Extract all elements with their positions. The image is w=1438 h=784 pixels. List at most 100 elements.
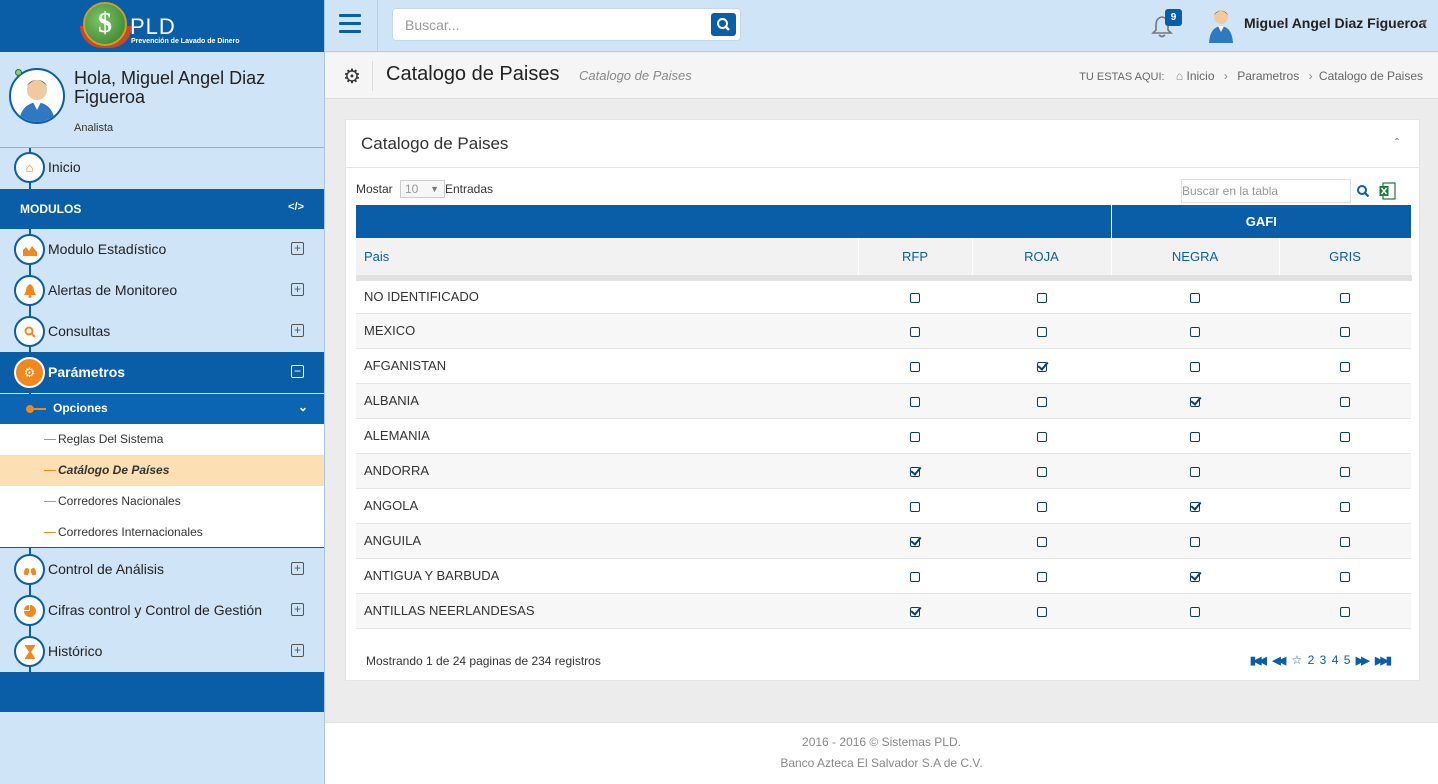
cell-gris xyxy=(1279,348,1412,384)
checkbox-rfp[interactable] xyxy=(910,606,920,617)
search-icon xyxy=(717,18,730,31)
submenu-item-catalogo-paises[interactable]: Catálogo De Países xyxy=(0,455,324,486)
column-header-rfp[interactable]: RFP xyxy=(858,238,973,281)
checkbox-negra[interactable] xyxy=(1190,326,1201,337)
sidebar-item-inicio[interactable]: ⌂ Inicio xyxy=(0,147,324,188)
column-header-pais[interactable]: Pais xyxy=(356,238,859,281)
sidebar-item-cifras-control[interactable]: Cifras control y Control de Gestión + xyxy=(0,590,324,631)
checkbox-negra[interactable] xyxy=(1190,431,1201,442)
expand-icon[interactable]: + xyxy=(291,324,304,337)
checkbox-roja[interactable] xyxy=(1036,571,1047,582)
submenu-item-reglas[interactable]: Reglas Del Sistema xyxy=(0,424,324,455)
page-link-4[interactable]: 4 xyxy=(1332,653,1339,667)
checkbox-gris[interactable] xyxy=(1340,361,1351,372)
checkbox-gris[interactable] xyxy=(1340,571,1351,582)
table-row: ANTILLAS NEERLANDESAS xyxy=(356,593,1412,629)
sidebar-item-control-analisis[interactable]: Control de Análisis + xyxy=(0,549,324,590)
sidebar-item-consultas[interactable]: Consultas + xyxy=(0,311,324,352)
checkbox-negra[interactable] xyxy=(1190,606,1201,617)
column-header-negra[interactable]: NEGRA xyxy=(1111,238,1280,281)
checkbox-rfp[interactable] xyxy=(910,292,920,303)
entries-length-select[interactable]: 10 ▼ xyxy=(400,180,445,198)
page-link-5[interactable]: 5 xyxy=(1344,653,1351,667)
excel-export-icon[interactable] xyxy=(1379,182,1396,200)
caret-down-icon[interactable]: ▼ xyxy=(1420,17,1429,27)
checkbox-roja[interactable] xyxy=(1036,396,1047,407)
checkbox-gris[interactable] xyxy=(1340,536,1351,547)
hamburger-menu-icon[interactable] xyxy=(339,14,361,34)
checkbox-negra[interactable] xyxy=(1190,571,1201,582)
code-icon[interactable]: </> xyxy=(288,201,304,213)
collapse-icon[interactable]: − xyxy=(291,365,304,378)
checkbox-negra[interactable] xyxy=(1190,361,1201,372)
checkbox-rfp[interactable] xyxy=(910,431,920,442)
checkbox-negra[interactable] xyxy=(1190,501,1201,512)
checkbox-roja[interactable] xyxy=(1036,431,1047,442)
last-page-icon[interactable]: ▶▶▮ xyxy=(1375,654,1392,667)
checkbox-roja[interactable] xyxy=(1036,466,1047,477)
sidebar-footer-bar xyxy=(0,672,324,712)
checkbox-gris[interactable] xyxy=(1340,292,1351,303)
expand-icon[interactable]: + xyxy=(291,242,304,255)
submenu-item-corredores-nacionales[interactable]: Corredores Nacionales xyxy=(0,486,324,517)
checkbox-gris[interactable] xyxy=(1340,396,1351,407)
first-page-icon[interactable]: ▮◀◀ xyxy=(1250,654,1267,667)
breadcrumb-lead: TU ESTAS AQUI: xyxy=(1079,71,1165,83)
table-search-input[interactable] xyxy=(1181,179,1351,203)
checkbox-gris[interactable] xyxy=(1340,606,1351,617)
checkbox-rfp[interactable] xyxy=(910,326,920,337)
page-link-3[interactable]: 3 xyxy=(1320,653,1327,667)
search-icon[interactable] xyxy=(1356,184,1370,198)
expand-icon[interactable]: + xyxy=(291,283,304,296)
sidebar-item-parametros[interactable]: ⚙ Parámetros − xyxy=(0,352,324,393)
checkbox-roja[interactable] xyxy=(1036,361,1047,372)
page-link-2[interactable]: 2 xyxy=(1308,653,1315,667)
notification-count-badge: 9 xyxy=(1165,9,1182,26)
checkbox-negra[interactable] xyxy=(1190,396,1201,407)
sidebar-item-alertas[interactable]: Alertas de Monitoreo + xyxy=(0,270,324,311)
checkbox-rfp[interactable] xyxy=(910,536,920,547)
checkbox-roja[interactable] xyxy=(1036,501,1047,512)
expand-icon[interactable]: + xyxy=(291,603,304,616)
checkbox-roja[interactable] xyxy=(1036,606,1047,617)
cell-pais: NO IDENTIFICADO xyxy=(356,278,858,314)
search-button[interactable] xyxy=(711,13,736,36)
cell-rfp xyxy=(858,348,972,384)
checkbox-rfp[interactable] xyxy=(910,501,920,512)
next-page-icon[interactable]: ▶▶ xyxy=(1356,654,1370,667)
avatar[interactable] xyxy=(9,68,65,124)
checkbox-roja[interactable] xyxy=(1036,292,1047,303)
column-header-gris[interactable]: GRIS xyxy=(1279,238,1412,281)
sidebar-item-modulo-estadistico[interactable]: Modulo Estadístico + xyxy=(0,229,324,270)
previous-page-icon[interactable]: ◀◀ xyxy=(1272,654,1286,667)
checkbox-rfp[interactable] xyxy=(910,396,920,407)
checkbox-rfp[interactable] xyxy=(910,466,920,477)
opciones-header[interactable]: Opciones ⌄ xyxy=(0,394,324,424)
submenu-item-corredores-internacionales[interactable]: Corredores Internacionales xyxy=(0,517,324,548)
cell-pais: ANGOLA xyxy=(356,488,858,524)
checkbox-rfp[interactable] xyxy=(910,361,920,372)
expand-icon[interactable]: + xyxy=(291,644,304,657)
logo-text[interactable]: PLD xyxy=(130,14,176,40)
checkbox-negra[interactable] xyxy=(1190,292,1201,303)
chevron-double-down-icon[interactable]: ⌄ xyxy=(298,400,308,414)
checkbox-gris[interactable] xyxy=(1340,501,1351,512)
checkbox-gris[interactable] xyxy=(1340,466,1351,477)
breadcrumb-item-inicio[interactable]: Inicio xyxy=(1187,69,1215,83)
checkbox-roja[interactable] xyxy=(1036,536,1047,547)
expand-icon[interactable]: + xyxy=(291,562,304,575)
checkbox-roja[interactable] xyxy=(1036,326,1047,337)
chevron-up-icon[interactable]: ˆ xyxy=(1395,136,1399,150)
checkbox-gris[interactable] xyxy=(1340,326,1351,337)
current-page-star-icon: ☆ xyxy=(1291,653,1303,667)
user-avatar[interactable] xyxy=(1208,7,1234,43)
checkbox-negra[interactable] xyxy=(1190,466,1201,477)
search-input[interactable] xyxy=(393,9,703,40)
checkbox-gris[interactable] xyxy=(1340,431,1351,442)
user-menu-name[interactable]: Miguel Angel Diaz Figueroa xyxy=(1244,15,1426,31)
checkbox-rfp[interactable] xyxy=(910,571,920,582)
breadcrumb-item-parametros[interactable]: Parametros xyxy=(1237,69,1299,83)
column-header-roja[interactable]: ROJA xyxy=(972,238,1112,281)
sidebar-item-historico[interactable]: Histórico + xyxy=(0,631,324,672)
checkbox-negra[interactable] xyxy=(1190,536,1201,547)
